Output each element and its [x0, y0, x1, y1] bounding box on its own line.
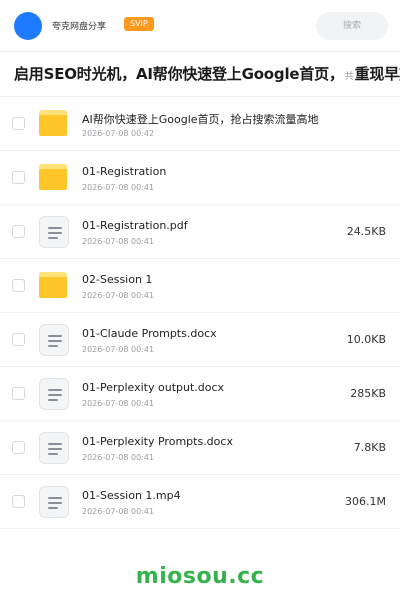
app-name: 夸克网盘分享: [52, 22, 107, 32]
file-date: 2026-07-08 00:41: [82, 399, 155, 408]
row-checkbox[interactable]: [12, 225, 25, 238]
document-icon: [39, 486, 69, 518]
file-name[interactable]: 01-Registration: [82, 165, 166, 178]
file-name[interactable]: AI帮你快速登上Google首页，抢占搜索流量高地: [82, 111, 319, 127]
list-item[interactable]: AI帮你快速登上Google首页，抢占搜索流量高地 2026-07-08 00:…: [0, 97, 400, 151]
list-item[interactable]: 01-Registration.pdf 2026-07-08 00:41 24.…: [0, 205, 400, 259]
top-bar: 夸克网盘分享 SVIP: [0, 0, 400, 52]
row-checkbox[interactable]: [12, 117, 25, 130]
file-size: 306.1M: [345, 495, 386, 508]
share-title: 启用SEO时光机，AI帮你快速登上Google首页，共重现早期S: [14, 63, 400, 84]
list-item[interactable]: 02-Session 1 2026-07-08 00:41: [0, 259, 400, 313]
document-icon: [39, 378, 69, 410]
folder-icon: [39, 271, 69, 301]
row-checkbox[interactable]: [12, 279, 25, 292]
file-name[interactable]: 01-Perplexity output.docx: [82, 381, 224, 394]
file-date: 2026-07-08 00:41: [82, 345, 155, 354]
search-input[interactable]: [316, 12, 388, 40]
row-checkbox[interactable]: [12, 171, 25, 184]
file-date: 2026-07-08 00:41: [82, 237, 155, 246]
file-name[interactable]: 01-Session 1.mp4: [82, 489, 181, 502]
share-title-main: 启用SEO时光机，AI帮你快速登上Google首页，: [14, 65, 344, 83]
row-checkbox[interactable]: [12, 441, 25, 454]
list-item[interactable]: 01-Perplexity output.docx 2026-07-08 00:…: [0, 367, 400, 421]
watermark: miosou.cc: [135, 564, 265, 589]
list-item[interactable]: 01-Claude Prompts.docx 2026-07-08 00:41 …: [0, 313, 400, 367]
file-size: 10.0KB: [346, 333, 386, 346]
file-date: 2026-07-08 00:42: [82, 129, 155, 138]
file-name[interactable]: 01-Registration.pdf: [82, 219, 188, 232]
list-item[interactable]: 01-Session 1.mp4 2026-07-08 00:41 306.1M: [0, 475, 400, 529]
file-size: 285KB: [350, 387, 386, 400]
file-name[interactable]: 01-Perplexity Prompts.docx: [82, 435, 233, 448]
file-date: 2026-07-08 00:41: [82, 183, 155, 192]
file-list: AI帮你快速登上Google首页，抢占搜索流量高地 2026-07-08 00:…: [0, 97, 400, 529]
user-avatar[interactable]: [14, 12, 42, 40]
share-page: 夸克网盘分享 SVIP 启用SEO时光机，AI帮你快速登上Google首页，共重…: [0, 0, 400, 600]
file-size: 7.8KB: [353, 441, 386, 454]
document-icon: [39, 324, 69, 356]
row-checkbox[interactable]: [12, 333, 25, 346]
document-icon: [39, 432, 69, 464]
list-item[interactable]: 01-Perplexity Prompts.docx 2026-07-08 00…: [0, 421, 400, 475]
share-title-tail: 重现早期S: [354, 65, 400, 83]
svip-badge: SVIP: [124, 17, 154, 31]
file-name[interactable]: 02-Session 1: [82, 273, 152, 286]
file-date: 2026-07-08 00:41: [82, 453, 155, 462]
folder-icon: [39, 109, 69, 139]
file-date: 2026-07-08 00:41: [82, 291, 155, 300]
document-icon: [39, 216, 69, 248]
share-title-count: 共: [344, 72, 354, 82]
file-size: 24.5KB: [346, 225, 386, 238]
row-checkbox[interactable]: [12, 387, 25, 400]
file-date: 2026-07-08 00:41: [82, 507, 155, 516]
file-name[interactable]: 01-Claude Prompts.docx: [82, 327, 217, 340]
list-item[interactable]: 01-Registration 2026-07-08 00:41: [0, 151, 400, 205]
folder-icon: [39, 163, 69, 193]
row-checkbox[interactable]: [12, 495, 25, 508]
